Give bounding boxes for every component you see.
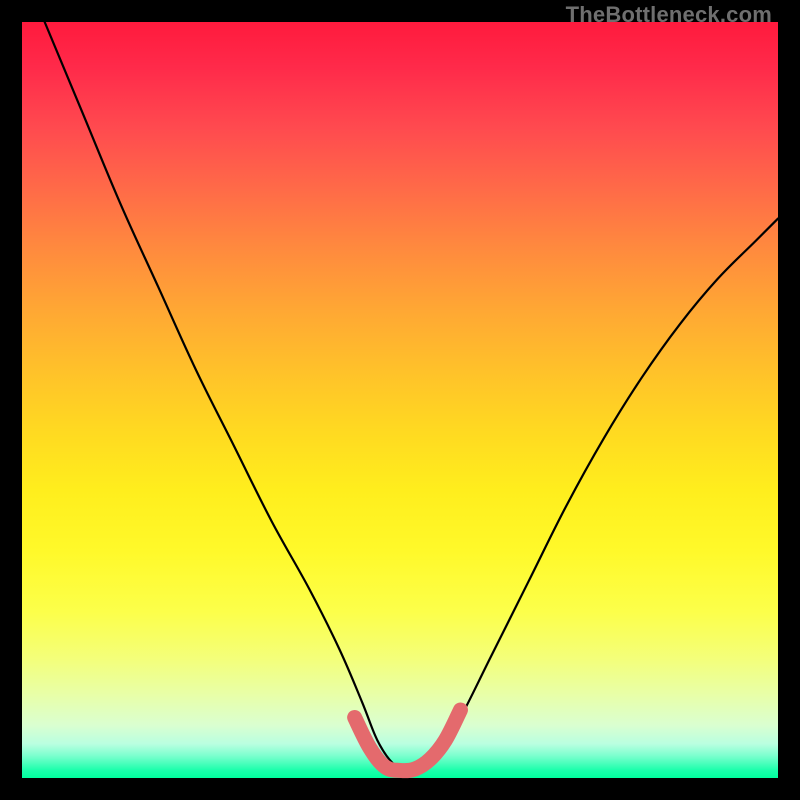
plot-area <box>22 22 778 778</box>
optimal-zone-highlight <box>355 710 461 771</box>
watermark-text: TheBottleneck.com <box>566 2 772 28</box>
chart-svg <box>22 22 778 778</box>
bottleneck-curve <box>45 22 778 772</box>
chart-frame: TheBottleneck.com <box>0 0 800 800</box>
